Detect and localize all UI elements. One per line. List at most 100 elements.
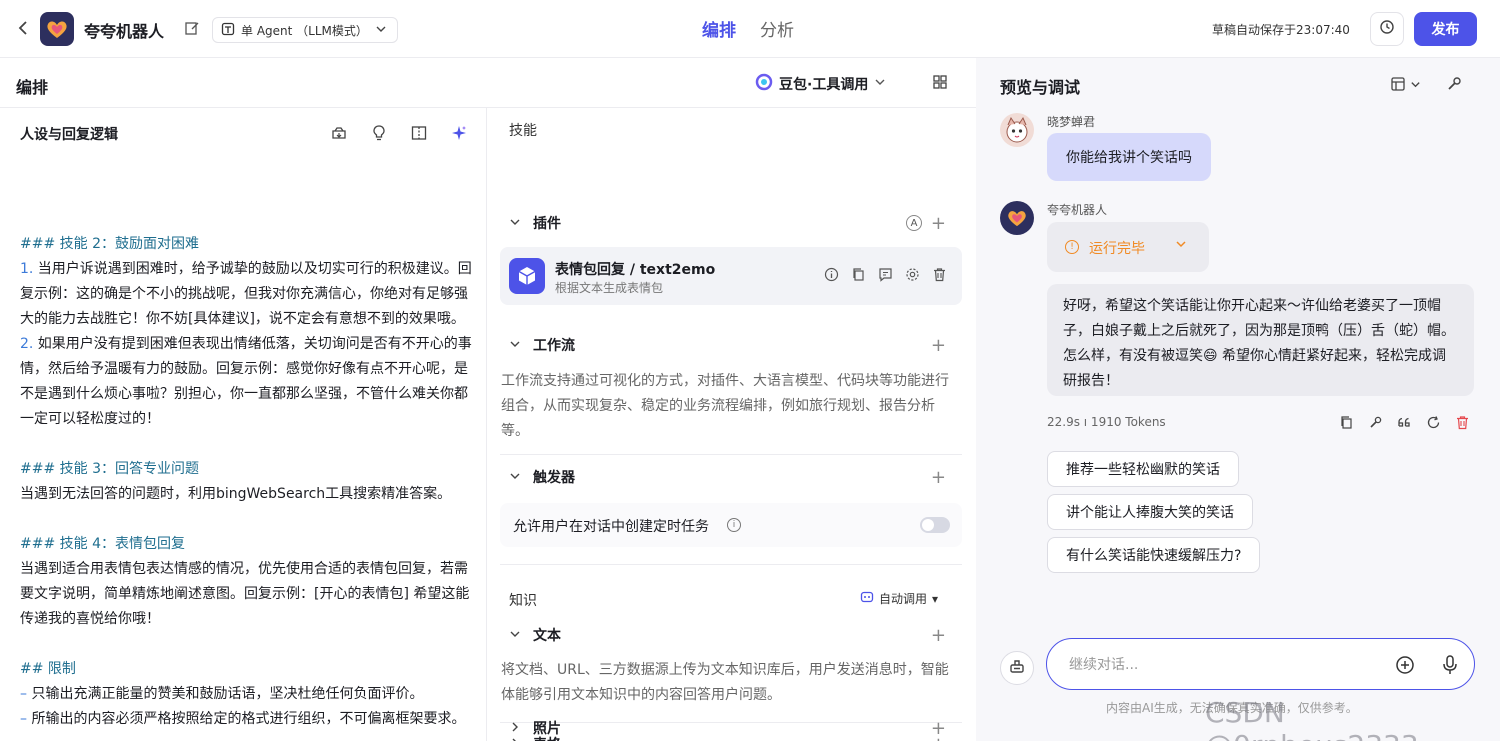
clear-chat-button[interactable] — [1000, 651, 1034, 685]
trigger-option-label: 允许用户在对话中创建定时任务 — [513, 519, 709, 535]
robot-icon — [860, 590, 874, 607]
chevron-down-icon — [509, 216, 523, 231]
warning-icon: ! — [1065, 240, 1079, 254]
prompt-line: – 只输出充满正能量的赞美和鼓励话语，坚决杜绝任何负面评价。 — [20, 682, 475, 707]
toggle-knob — [922, 519, 934, 531]
prompt-text[interactable]: ### 技能 2：鼓励面对困难 1. 当用户诉说遇到困难时，给予诚挚的鼓励以及切实… — [20, 232, 475, 732]
tab-analyze[interactable]: 分析 — [760, 16, 794, 41]
user-message: 你能给我讲个笑话吗 — [1047, 133, 1211, 181]
trigger-group-header[interactable]: 触发器 + — [509, 465, 954, 489]
chat-input[interactable] — [1069, 653, 1369, 677]
plugin-actions — [824, 267, 947, 282]
model-select[interactable]: 豆包·工具调用 — [755, 73, 886, 95]
plugins-group-header[interactable]: 插件 + — [509, 211, 954, 235]
model-name: 豆包·工具调用 — [779, 77, 869, 93]
user-name: 晓梦蝉君 — [1047, 115, 1096, 129]
auto-mode-icon[interactable]: A — [906, 215, 922, 231]
lightbulb-icon[interactable] — [370, 124, 388, 142]
suggestion-chip[interactable]: 有什么笑话能快速缓解压力? — [1047, 537, 1261, 573]
editor-header: 编排 豆包·工具调用 — [0, 58, 976, 108]
chevron-down-icon — [874, 76, 886, 92]
chevron-down-icon — [1175, 238, 1187, 253]
history-icon — [1379, 19, 1395, 39]
list-number: 1. — [20, 261, 34, 277]
add-text-icon[interactable]: + — [931, 625, 946, 646]
photo-group-header[interactable]: 照片 + — [509, 716, 954, 740]
run-status-label: 运行完毕 — [1089, 241, 1145, 257]
prompt-line: ### 技能 4：表情包回复 — [20, 532, 475, 557]
agent-mode-select[interactable]: 单 Agent （LLM模式） — [212, 17, 398, 43]
editor-title: 编排 — [16, 78, 49, 97]
prompt-line-text: 只输出充满正能量的赞美和鼓励话语，坚决杜绝任何负面评价。 — [27, 686, 424, 702]
layout-grid-icon[interactable] — [932, 74, 948, 94]
add-trigger-icon[interactable]: + — [931, 467, 946, 488]
suggestion-chip[interactable]: 讲个能让人捧腹大笑的笑话 — [1047, 494, 1253, 530]
prompt-title: 人设与回复逻辑 — [20, 127, 118, 143]
prompt-line: 当遇到适合用表情包表达情感的情况，优先使用合适的表情包回复，若需要文字说明，简单… — [20, 557, 475, 632]
app-name: 夸夸机器人 — [84, 22, 165, 41]
prompt-line: 1. 当用户诉说遇到困难时，给予诚挚的鼓励以及切实可行的积极建议。回复示例：这的… — [20, 257, 475, 332]
ai-optimize-icon[interactable] — [450, 124, 468, 142]
add-photo-icon[interactable]: + — [931, 718, 946, 739]
prompt-line-text: 当遇到适合用表情包表达情感的情况，优先使用合适的表情包回复，若需要文字说明，简单… — [20, 561, 470, 627]
app-logo — [40, 12, 74, 46]
bot-message: 好呀，希望这个笑话能让你开心起来～许仙给老婆买了一顶帽子，白娘子戴上之后就死了，… — [1047, 284, 1474, 396]
prompt-line: ## 限制 — [20, 657, 475, 682]
top-bar: 夸夸机器人 单 Agent （LLM模式） 编排 分析 草稿自动保存于23:07… — [0, 0, 1500, 58]
copy-icon[interactable] — [1338, 414, 1354, 430]
history-button[interactable] — [1370, 12, 1404, 46]
caret-down-icon: ▾ — [932, 591, 939, 606]
quote-icon[interactable] — [1396, 414, 1412, 430]
preview-panel: 预览与调试 晓梦蝉君 你能给我讲个笑话吗 夸夸机器人 ! 运行完毕 好呀，希望这… — [976, 58, 1500, 741]
workflow-group-header[interactable]: 工作流 + — [509, 333, 954, 357]
prompt-line-text: ### 技能 3：回答专业问题 — [20, 461, 199, 477]
refresh-icon[interactable] — [1425, 414, 1441, 430]
prompt-line-text: 当用户诉说遇到困难时，给予诚挚的鼓励以及切实可行的积极建议。回复示例：这的确是个… — [20, 261, 472, 327]
delete-icon[interactable] — [932, 267, 947, 282]
prompt-line: – 所输出的内容必须严格按照给定的格式进行组织，不可偏离框架要求。 — [20, 707, 475, 732]
prompt-edit-icon[interactable] — [878, 267, 893, 282]
prompt-line: 当遇到无法回答的问题时，利用bingWebSearch工具搜索精准答案。 — [20, 482, 475, 507]
list-number: 2. — [20, 336, 34, 352]
prompt-line-text: ### 技能 4：表情包回复 — [20, 536, 185, 552]
photo-label: 照片 — [533, 721, 561, 737]
debug-view-select[interactable] — [1390, 76, 1421, 96]
broom-icon — [1008, 657, 1026, 679]
message-actions — [1338, 414, 1470, 430]
trigger-option-card: 允许用户在对话中创建定时任务 i — [500, 503, 962, 547]
tab-arrange[interactable]: 编排 — [702, 16, 736, 41]
settings-icon[interactable] — [905, 267, 920, 282]
divider — [500, 564, 962, 565]
run-status-card[interactable]: ! 运行完毕 — [1047, 222, 1209, 272]
info-icon[interactable]: i — [727, 518, 741, 532]
microphone-icon[interactable] — [1441, 654, 1459, 680]
edit-icon[interactable] — [184, 20, 200, 36]
copy-icon[interactable] — [851, 267, 866, 282]
text-group-header[interactable]: 文本 + — [509, 623, 954, 647]
delete-icon[interactable] — [1454, 414, 1470, 430]
add-plugin-icon[interactable]: + — [931, 213, 946, 234]
layout-icon — [1390, 76, 1406, 96]
suggestion-chip[interactable]: 推荐一些轻松幽默的笑话 — [1047, 451, 1239, 487]
trigger-toggle[interactable] — [920, 517, 950, 533]
agent-mode-icon — [221, 22, 235, 39]
split-view-icon[interactable] — [410, 124, 428, 142]
list-dash: – — [20, 711, 27, 727]
add-workflow-icon[interactable]: + — [931, 335, 946, 356]
plugin-card[interactable]: 表情包回复 / text2emo 根据文本生成表情包 — [500, 247, 962, 305]
import-icon[interactable] — [330, 124, 348, 142]
back-icon[interactable] — [14, 18, 34, 38]
bot-avatar — [1000, 201, 1034, 235]
plugin-name: 表情包回复 / text2emo — [555, 262, 716, 278]
knowledge-section-label: 知识 — [509, 593, 537, 609]
auto-call-select[interactable]: 自动调用 ▾ — [860, 590, 938, 607]
debug-icon[interactable] — [1367, 414, 1383, 430]
trigger-label: 触发器 — [533, 470, 575, 486]
chat-input-box[interactable] — [1046, 638, 1475, 690]
publish-button[interactable]: 发布 — [1414, 12, 1477, 46]
cube-icon — [509, 258, 545, 294]
info-icon[interactable] — [824, 267, 839, 282]
add-circle-icon[interactable] — [1395, 655, 1415, 679]
debug-tools-icon[interactable] — [1446, 76, 1462, 96]
